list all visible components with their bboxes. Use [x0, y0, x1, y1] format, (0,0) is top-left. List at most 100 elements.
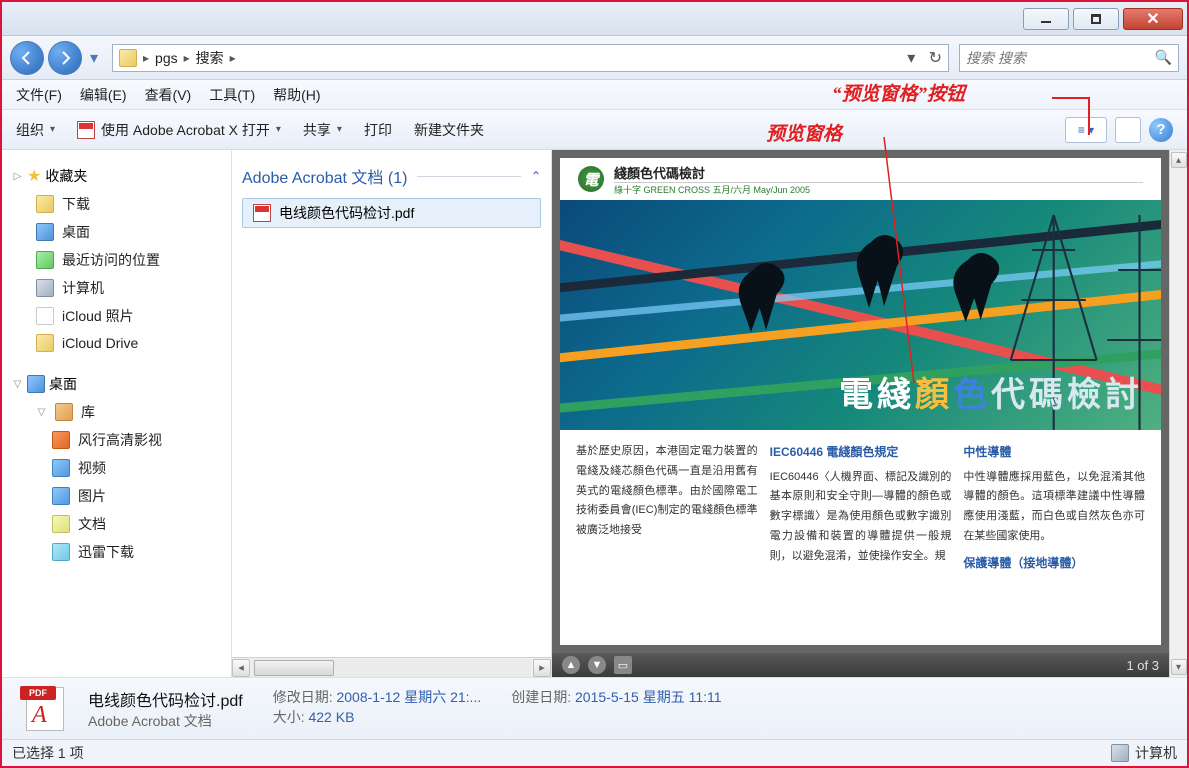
arrow-right-icon [57, 50, 73, 66]
media-icon [52, 431, 70, 449]
chevron-up-icon: ⌃ [531, 169, 541, 183]
file-icon [36, 307, 54, 325]
minimize-icon [1041, 21, 1051, 23]
minimize-button[interactable] [1023, 8, 1069, 30]
document-icon [52, 515, 70, 533]
sidebar-item-xunlei[interactable]: 迅雷下载 [8, 538, 225, 566]
sidebar-item-pictures[interactable]: 图片 [8, 482, 225, 510]
sidebar-item-videos[interactable]: 视频 [8, 454, 225, 482]
scroll-thumb[interactable] [254, 660, 334, 676]
address-dropdown[interactable]: ▾ ↻ [907, 48, 942, 68]
pdf-viewer[interactable]: 電 綫顏色代碼檢討 綠十字 GREEN CROSS 五月/六月 May/Jun … [552, 150, 1169, 653]
pdf-fit-button[interactable]: ▭ [614, 656, 632, 674]
preview-pane: 電 綫顏色代碼檢討 綠十字 GREEN CROSS 五月/六月 May/Jun … [552, 150, 1169, 677]
sidebar-item-icloud-photos[interactable]: iCloud 照片 [8, 302, 225, 330]
computer-icon [1111, 744, 1129, 762]
vertical-scrollbar[interactable]: ▴ ▾ [1169, 150, 1187, 677]
breadcrumb-separator: ▸ [143, 51, 149, 65]
back-button[interactable] [10, 41, 44, 75]
details-size-value: 422 KB [308, 709, 354, 725]
scroll-down-button[interactable]: ▾ [1171, 659, 1187, 675]
maximize-button[interactable] [1073, 8, 1119, 30]
doc-column-2: IEC60446 電綫顏色規定IEC60446〈人機界面、標記及識別的基本原則和… [770, 442, 952, 578]
sidebar-desktop-header[interactable]: ▽桌面 [8, 370, 225, 398]
doc-header-sub: 綠十字 GREEN CROSS 五月/六月 May/Jun 2005 [614, 183, 1143, 196]
view-options-button[interactable]: ≡ ▾ [1065, 117, 1107, 143]
print-button[interactable]: 打印 [364, 120, 392, 140]
scroll-track[interactable] [252, 659, 531, 677]
file-item-selected[interactable]: 电线颜色代码检讨.pdf [242, 198, 541, 228]
share-button[interactable]: 共享▾ [303, 120, 342, 140]
sidebar-item-downloads[interactable]: 下载 [8, 190, 225, 218]
menu-tools[interactable]: 工具(T) [209, 85, 255, 105]
search-box[interactable]: 🔍 [959, 44, 1179, 72]
library-icon [55, 403, 73, 421]
command-bar: 组织▾ 使用 Adobe Acrobat X 打开▾ 共享▾ 打印 新建文件夹 … [2, 110, 1187, 150]
doc-column-3: 中性導體中性導體應採用藍色，以免混淆其他導體的顏色。這項標準建議中性導體應使用淺… [963, 442, 1145, 578]
video-icon [52, 459, 70, 477]
new-folder-button[interactable]: 新建文件夹 [414, 120, 484, 140]
hero-title: 電綫顏色代碼檢討 [839, 367, 1143, 416]
sidebar-item-documents[interactable]: 文档 [8, 510, 225, 538]
navigation-pane[interactable]: ▷★收藏夹 下载 桌面 最近访问的位置 计算机 iCloud 照片 iCloud… [2, 150, 232, 677]
recent-icon [36, 251, 54, 269]
open-with-button[interactable]: 使用 Adobe Acrobat X 打开▾ [77, 120, 281, 140]
pdf-next-page-button[interactable]: ▼ [588, 656, 606, 674]
computer-icon [36, 279, 54, 297]
sidebar-favorites-header[interactable]: ▷★收藏夹 [8, 162, 225, 190]
hero-image: 電綫顏色代碼檢討 [560, 200, 1161, 430]
file-group-header[interactable]: Adobe Acrobat 文档 (1)⌃ [242, 164, 541, 188]
title-bar: ✕ [2, 2, 1187, 36]
sidebar-item-computer[interactable]: 计算机 [8, 274, 225, 302]
preview-pane-button[interactable] [1115, 117, 1141, 143]
file-list[interactable]: Adobe Acrobat 文档 (1)⌃ 电线颜色代码检讨.pdf [232, 150, 551, 657]
sidebar-item-desktop[interactable]: 桌面 [8, 218, 225, 246]
folder-icon [119, 49, 137, 67]
pdf-large-icon: PDF A [20, 684, 70, 734]
folder-icon [36, 334, 54, 352]
pdf-page-indicator: 1 of 3 [1126, 658, 1159, 673]
scroll-up-button[interactable]: ▴ [1171, 152, 1187, 168]
desktop-icon [27, 375, 45, 393]
pdf-page: 電 綫顏色代碼檢討 綠十字 GREEN CROSS 五月/六月 May/Jun … [560, 158, 1161, 645]
organize-button[interactable]: 组织▾ [16, 120, 55, 140]
breadcrumb-separator: ▸ [230, 51, 236, 65]
maximize-icon [1091, 14, 1101, 24]
status-location: 计算机 [1135, 743, 1177, 763]
nav-bar: ▾ ▸ pgs ▸ 搜索 ▸ ▾ ↻ 🔍 [2, 36, 1187, 80]
forward-button[interactable] [48, 41, 82, 75]
file-list-pane: Adobe Acrobat 文档 (1)⌃ 电线颜色代码检讨.pdf ◂ ▸ [232, 150, 552, 677]
close-button[interactable]: ✕ [1123, 8, 1183, 30]
breadcrumb-separator: ▸ [184, 51, 190, 65]
sidebar-item-media[interactable]: 风行高清影视 [8, 426, 225, 454]
sidebar-item-libraries[interactable]: ▽库 [8, 398, 225, 426]
menu-help[interactable]: 帮助(H) [273, 85, 320, 105]
close-icon: ✕ [1146, 9, 1159, 29]
breadcrumb-segment[interactable]: pgs [155, 50, 178, 66]
menu-view[interactable]: 查看(V) [145, 85, 192, 105]
main-area: ▷★收藏夹 下载 桌面 最近访问的位置 计算机 iCloud 照片 iCloud… [2, 150, 1187, 677]
sidebar-item-recent[interactable]: 最近访问的位置 [8, 246, 225, 274]
details-created-label: 创建日期: [511, 689, 571, 705]
download-icon [52, 543, 70, 561]
status-bar: 已选择 1 项 计算机 [2, 739, 1187, 766]
search-input[interactable] [966, 50, 1155, 66]
details-filename: 电线颜色代码检讨.pdf [88, 687, 243, 711]
history-dropdown[interactable]: ▾ [86, 41, 102, 75]
doc-column-1: 基於歷史原因，本港固定電力裝置的電綫及綫芯顏色代碼一直是沿用舊有英式的電綫顏色標… [576, 442, 758, 578]
menu-file[interactable]: 文件(F) [16, 85, 62, 105]
details-size-label: 大小: [273, 709, 305, 725]
scroll-right-button[interactable]: ▸ [533, 659, 551, 677]
horizontal-scrollbar[interactable]: ◂ ▸ [232, 657, 551, 677]
pdf-toolbar: ▲ ▼ ▭ 1 of 3 [552, 653, 1169, 677]
details-created-value: 2015-5-15 星期五 11:11 [575, 689, 722, 705]
help-button[interactable]: ? [1149, 118, 1173, 142]
sidebar-item-icloud-drive[interactable]: iCloud Drive [8, 330, 225, 356]
scroll-left-button[interactable]: ◂ [232, 659, 250, 677]
pdf-prev-page-button[interactable]: ▲ [562, 656, 580, 674]
breadcrumb-segment[interactable]: 搜索 [196, 48, 224, 68]
address-bar[interactable]: ▸ pgs ▸ 搜索 ▸ ▾ ↻ [112, 44, 949, 72]
menu-edit[interactable]: 编辑(E) [80, 85, 127, 105]
picture-icon [52, 487, 70, 505]
search-icon: 🔍 [1155, 49, 1172, 66]
